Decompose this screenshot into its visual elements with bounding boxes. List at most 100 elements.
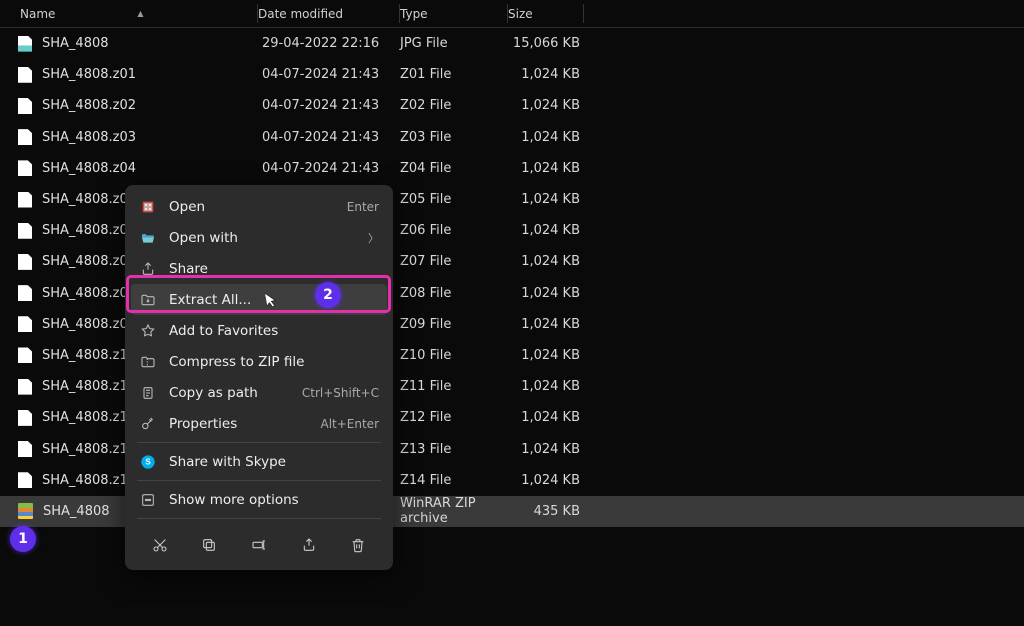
context-menu-divider [137,518,381,519]
column-header-name[interactable]: Name ▲ [0,0,258,27]
annotation-badge-2: 2 [315,282,341,308]
file-row[interactable]: SHA_480829-04-2022 22:16JPG File15,066 K… [0,28,1024,59]
file-name: SHA_4808.z13 [42,442,136,457]
context-menu-skype[interactable]: SShare with Skype [131,446,387,477]
menu-item-label: Share [169,261,379,277]
file-name: SHA_4808 [42,36,109,51]
svg-text:S: S [145,457,151,466]
file-name: SHA_4808 [43,504,110,519]
file-icon [18,379,32,395]
file-date: 04-07-2024 21:43 [258,161,400,176]
file-icon [18,441,32,457]
file-icon [18,36,32,52]
file-name: SHA_4808.z07 [42,254,136,269]
file-size: 435 KB [508,504,584,519]
file-name: SHA_4808.z10 [42,348,136,363]
file-icon [18,254,32,270]
context-menu-copypath[interactable]: Copy as path Ctrl+Shift+C [131,377,387,408]
menu-item-label: Copy as path [169,385,290,401]
file-date: 04-07-2024 21:43 [258,130,400,145]
extract-icon [139,292,157,308]
column-header-type[interactable]: Type [400,0,508,27]
file-size: 1,024 KB [508,379,584,394]
file-name: SHA_4808.z09 [42,317,136,332]
file-size: 1,024 KB [508,348,584,363]
file-type: Z08 File [400,286,508,301]
file-size: 1,024 KB [508,130,584,145]
file-type: Z11 File [400,379,508,394]
menu-item-label: Properties [169,416,308,432]
file-name: SHA_4808.z06 [42,223,136,238]
context-menu-more[interactable]: Show more options [131,484,387,515]
context-menu-star[interactable]: Add to Favorites [131,315,387,346]
copypath-icon [139,385,157,401]
skype-icon: S [139,454,157,470]
file-date: 04-07-2024 21:43 [258,67,400,82]
file-type: WinRAR ZIP archive [400,496,508,526]
menu-item-label: Open [169,199,335,215]
file-size: 1,024 KB [508,161,584,176]
context-menu-zip[interactable]: Compress to ZIP file [131,346,387,377]
file-size: 1,024 KB [508,442,584,457]
file-name: SHA_4808.z04 [42,161,136,176]
context-menu-extract[interactable]: Extract All... [131,284,387,315]
column-header-name-label: Name [20,7,55,21]
props-icon [139,416,157,432]
file-icon [18,347,32,363]
copy-button[interactable] [192,530,226,560]
context-menu-props[interactable]: PropertiesAlt+Enter [131,408,387,439]
delete-button[interactable] [341,530,375,560]
annotation-badge-1: 1 [10,526,36,552]
menu-item-shortcut: Ctrl+Shift+C [302,386,379,400]
chevron-right-icon: 〉 [368,230,379,246]
open-icon [139,199,157,215]
openwith-icon [139,230,157,246]
cut-button[interactable] [143,530,177,560]
context-menu-openwith[interactable]: Open with〉 [131,222,387,253]
column-header-date[interactable]: Date modified [258,0,400,27]
file-name: SHA_4808.z02 [42,98,136,113]
file-name: SHA_4808.z01 [42,67,136,82]
file-row[interactable]: SHA_4808.z0104-07-2024 21:43Z01 File1,02… [0,59,1024,90]
file-row[interactable]: SHA_4808.z04 04-07-2024 21:43Z04 File1,02… [0,153,1024,184]
file-row[interactable]: SHA_4808.z0304-07-2024 21:43Z03 File1,02… [0,122,1024,153]
file-icon [18,223,32,239]
mouse-cursor-icon [265,291,280,309]
file-size: 15,066 KB [508,36,584,51]
context-menu-share[interactable]: Share [131,253,387,284]
rename-button[interactable] [242,530,276,560]
file-size: 1,024 KB [508,67,584,82]
file-type: Z05 File [400,192,508,207]
file-type: Z03 File [400,130,508,145]
zip-icon [139,354,157,370]
more-icon [139,492,157,508]
share-icon [139,261,157,277]
file-name: SHA_4808.z12 [42,410,136,425]
file-type: Z04 File [400,161,508,176]
file-icon [18,503,33,519]
file-type: Z13 File [400,442,508,457]
file-row[interactable]: SHA_4808.z0204-07-2024 21:43Z02 File1,02… [0,90,1024,121]
context-menu-divider [137,480,381,481]
file-name: SHA_4808.z08 [42,286,136,301]
file-size: 1,024 KB [508,473,584,488]
file-size: 1,024 KB [508,410,584,425]
file-size: 1,024 KB [508,192,584,207]
menu-item-label: Compress to ZIP file [169,354,379,370]
context-menu: OpenEnterOpen with〉 Share Extract All... Ad… [125,185,393,570]
column-header-size[interactable]: Size [508,0,584,27]
file-type: Z07 File [400,254,508,269]
file-name: SHA_4808.z05 [42,192,136,207]
file-size: 1,024 KB [508,317,584,332]
menu-item-label: Add to Favorites [169,323,379,339]
file-type: Z09 File [400,317,508,332]
file-type: Z06 File [400,223,508,238]
column-header-row: Name ▲ Date modified Type Size [0,0,1024,28]
file-date: 29-04-2022 22:16 [258,36,400,51]
context-menu-open[interactable]: OpenEnter [131,191,387,222]
share-button[interactable] [292,530,326,560]
file-name: SHA_4808.z14 [42,473,136,488]
file-icon [18,192,32,208]
file-type: Z12 File [400,410,508,425]
file-name: SHA_4808.z11 [42,379,136,394]
